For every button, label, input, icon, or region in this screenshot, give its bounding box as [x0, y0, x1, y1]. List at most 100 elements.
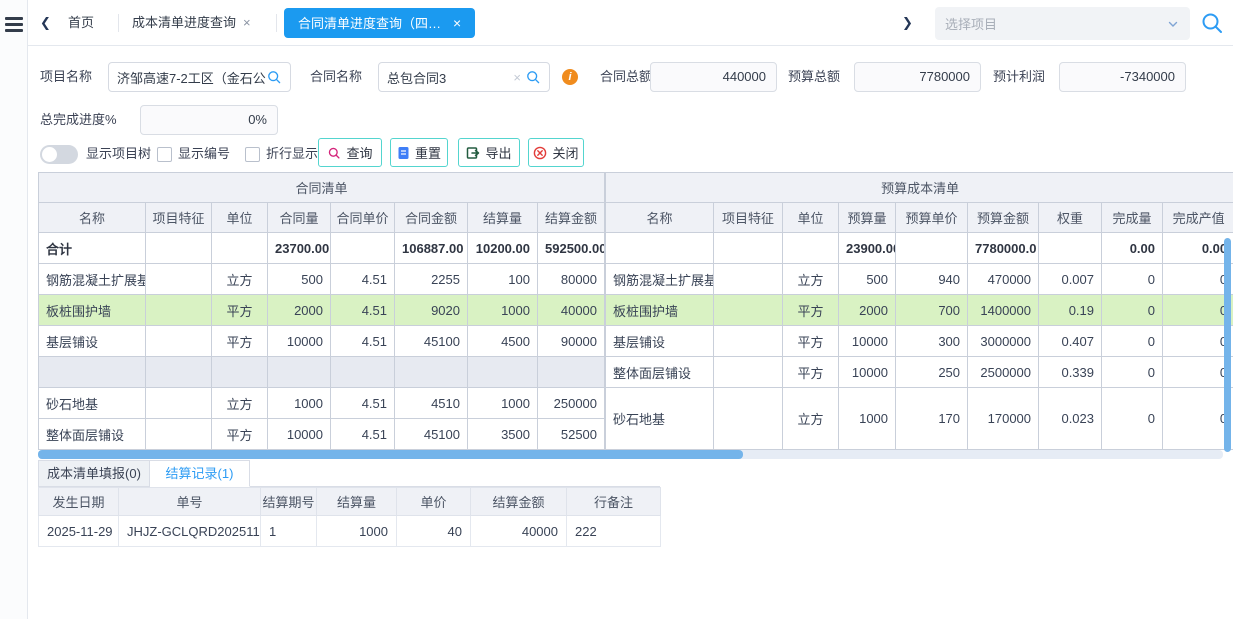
table-cell[interactable]: 钢筋混凝土扩展基	[39, 264, 146, 295]
tab-cost-list-fill[interactable]: 成本清单填报(0)	[38, 460, 150, 487]
column-header[interactable]: 预算单价	[896, 203, 968, 233]
table-row[interactable]	[39, 357, 605, 388]
table-cell[interactable]: JHJZ-GCLQRD20251129	[119, 516, 261, 547]
vertical-scrollbar-thumb[interactable]	[1224, 238, 1231, 452]
table-cell[interactable]	[1039, 233, 1102, 264]
column-header[interactable]: 单位	[783, 203, 839, 233]
query-button[interactable]: 查询	[318, 138, 382, 167]
table-cell[interactable]: 0	[1102, 264, 1163, 295]
column-header[interactable]: 单价	[397, 488, 471, 516]
table-cell[interactable]: 10000	[839, 357, 896, 388]
table-cell[interactable]: 基层铺设	[606, 326, 714, 357]
table-cell[interactable]: 0.00	[1102, 233, 1163, 264]
column-header[interactable]: 完成量	[1102, 203, 1163, 233]
column-header[interactable]: 完成产值	[1163, 203, 1233, 233]
show-number-checkbox[interactable]	[157, 147, 172, 162]
table-cell[interactable]: 2025-11-29	[39, 516, 119, 547]
table-row[interactable]: 板桩围护墙平方20004.519020100040000	[39, 295, 605, 326]
table-cell[interactable]: 500	[268, 264, 331, 295]
table-row[interactable]: 2025-11-29JHJZ-GCLQRD2025112911000404000…	[39, 516, 661, 547]
info-icon[interactable]: i	[562, 69, 578, 85]
table-cell[interactable]: 板桩围护墙	[606, 295, 714, 326]
table-cell[interactable]: 170000	[968, 388, 1039, 450]
table-cell[interactable]: 0	[1102, 357, 1163, 388]
table-cell[interactable]: 0	[1163, 388, 1233, 450]
table-cell[interactable]: 940	[896, 264, 968, 295]
table-cell[interactable]: 平方	[212, 326, 268, 357]
table-cell[interactable]	[146, 388, 212, 419]
export-button[interactable]: 导出	[458, 138, 520, 167]
table-cell[interactable]	[714, 233, 783, 264]
table-cell[interactable]: 2255	[395, 264, 468, 295]
table-cell[interactable]: 平方	[783, 357, 839, 388]
table-cell[interactable]: 4.51	[331, 264, 395, 295]
column-header[interactable]: 发生日期	[39, 488, 119, 516]
table-cell[interactable]	[212, 233, 268, 264]
table-cell[interactable]: 90000	[538, 326, 605, 357]
table-cell[interactable]	[468, 357, 538, 388]
table-cell[interactable]: 钢筋混凝土扩展基	[606, 264, 714, 295]
table-cell[interactable]: 80000	[538, 264, 605, 295]
table-cell[interactable]: 170	[896, 388, 968, 450]
table-cell[interactable]: 40000	[471, 516, 567, 547]
table-cell[interactable]: 4500	[468, 326, 538, 357]
column-header[interactable]: 名称	[606, 203, 714, 233]
table-cell[interactable]: 0.339	[1039, 357, 1102, 388]
table-cell[interactable]	[146, 357, 212, 388]
table-cell[interactable]: 0	[1102, 388, 1163, 450]
table-cell[interactable]	[146, 326, 212, 357]
table-cell[interactable]: 整体面层铺设	[606, 357, 714, 388]
table-cell[interactable]	[606, 233, 714, 264]
table-cell[interactable]: 23900.00	[839, 233, 896, 264]
table-cell[interactable]: 砂石地基	[39, 388, 146, 419]
column-header[interactable]: 权重	[1039, 203, 1102, 233]
table-cell[interactable]	[714, 388, 783, 450]
clear-icon[interactable]: ×	[513, 70, 521, 85]
table-cell[interactable]: 平方	[783, 295, 839, 326]
column-header[interactable]: 结算金额	[538, 203, 605, 233]
horizontal-scrollbar-thumb[interactable]	[38, 450, 743, 459]
table-cell[interactable]: 0	[1163, 326, 1233, 357]
table-row[interactable]: 钢筋混凝土扩展基立方5004.51225510080000	[39, 264, 605, 295]
column-header[interactable]: 结算金额	[471, 488, 567, 516]
table-cell[interactable]: 4.51	[331, 419, 395, 450]
table-row[interactable]: 合计23700.00106887.0010200.00592500.00	[39, 233, 605, 264]
table-cell[interactable]: 立方	[212, 264, 268, 295]
table-cell[interactable]: 40	[397, 516, 471, 547]
table-cell[interactable]: 1000	[268, 388, 331, 419]
table-cell[interactable]: 4510	[395, 388, 468, 419]
table-cell[interactable]	[714, 326, 783, 357]
table-cell[interactable]: 106887.00	[395, 233, 468, 264]
table-cell[interactable]	[896, 233, 968, 264]
table-cell[interactable]: 10000	[268, 326, 331, 357]
table-cell[interactable]: 40000	[538, 295, 605, 326]
table-row[interactable]: 钢筋混凝土扩展基立方5009404700000.00700	[606, 264, 1233, 295]
table-cell[interactable]	[714, 357, 783, 388]
tab-settlement-records[interactable]: 结算记录(1)	[150, 460, 250, 487]
table-cell[interactable]: 250000	[538, 388, 605, 419]
table-cell[interactable]: 222	[567, 516, 661, 547]
table-cell[interactable]: 52500	[538, 419, 605, 450]
column-header[interactable]: 结算期号	[261, 488, 317, 516]
column-header[interactable]: 单位	[212, 203, 268, 233]
reset-button[interactable]: 重置	[390, 138, 448, 167]
table-cell[interactable]	[331, 233, 395, 264]
table-cell[interactable]	[538, 357, 605, 388]
table-cell[interactable]: 7780000.0	[968, 233, 1039, 264]
column-header[interactable]: 单号	[119, 488, 261, 516]
column-header[interactable]: 合同量	[268, 203, 331, 233]
table-cell[interactable]	[268, 357, 331, 388]
table-cell[interactable]: 立方	[783, 388, 839, 450]
search-icon[interactable]	[266, 69, 282, 85]
table-cell[interactable]: 0	[1163, 295, 1233, 326]
table-cell[interactable]: 10000	[268, 419, 331, 450]
table-cell[interactable]: 9020	[395, 295, 468, 326]
table-cell[interactable]: 0.007	[1039, 264, 1102, 295]
table-cell[interactable]: 平方	[212, 295, 268, 326]
table-cell[interactable]: 1000	[468, 388, 538, 419]
table-cell[interactable]	[395, 357, 468, 388]
table-cell[interactable]: 立方	[212, 388, 268, 419]
table-row[interactable]: 基层铺设平方1000030030000000.40700	[606, 326, 1233, 357]
table-cell[interactable]: 4.51	[331, 295, 395, 326]
column-header[interactable]: 名称	[39, 203, 146, 233]
